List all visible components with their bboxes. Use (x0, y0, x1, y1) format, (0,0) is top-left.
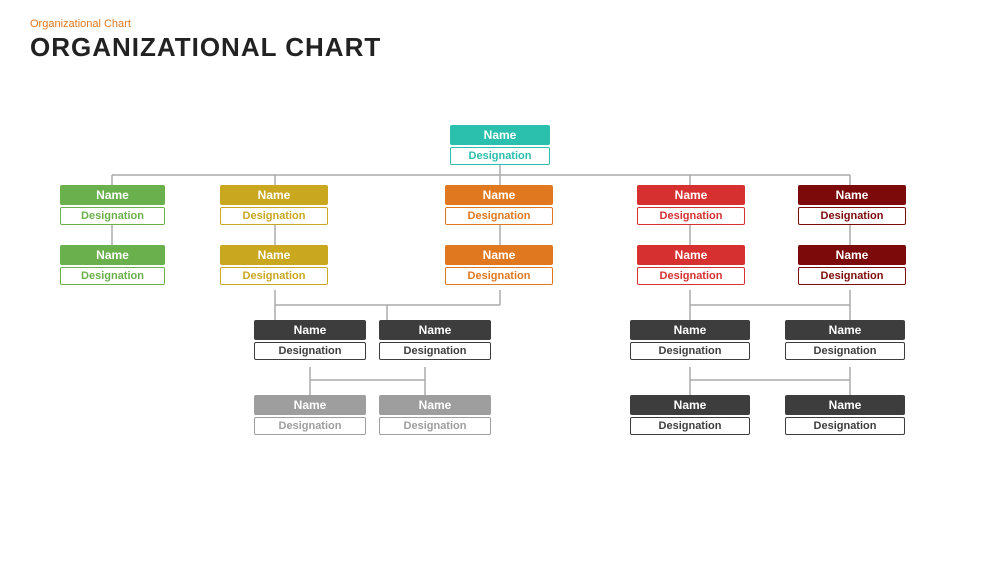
node-l2-2: Name Designation (220, 245, 328, 285)
node-l3-4: Name Designation (785, 320, 905, 360)
node-l1-1-name: Name (60, 185, 165, 205)
node-l2-3-name: Name (445, 245, 553, 265)
node-l4-4-name: Name (785, 395, 905, 415)
node-l3-3-name: Name (630, 320, 750, 340)
node-l4-2-designation: Designation (379, 417, 491, 435)
node-l4-1-designation: Designation (254, 417, 366, 435)
node-l1-3: Name Designation (445, 185, 553, 225)
node-l3-1-designation: Designation (254, 342, 366, 360)
node-l2-2-designation: Designation (220, 267, 328, 285)
node-l2-3-designation: Designation (445, 267, 553, 285)
node-l1-5-name: Name (798, 185, 906, 205)
node-l1-5-designation: Designation (798, 207, 906, 225)
node-l4-3-name: Name (630, 395, 750, 415)
node-l2-4: Name Designation (637, 245, 745, 285)
subtitle: Organizational Chart (30, 18, 970, 30)
node-l1-4: Name Designation (637, 185, 745, 225)
node-l4-4: Name Designation (785, 395, 905, 435)
node-l2-1-designation: Designation (60, 267, 165, 285)
node-l4-4-designation: Designation (785, 417, 905, 435)
node-l3-1: Name Designation (254, 320, 366, 360)
node-l3-4-name: Name (785, 320, 905, 340)
node-l3-3-designation: Designation (630, 342, 750, 360)
node-l1-4-designation: Designation (637, 207, 745, 225)
node-l4-2: Name Designation (379, 395, 491, 435)
node-root-name: Name (450, 125, 550, 145)
node-l2-5: Name Designation (798, 245, 906, 285)
node-l2-5-designation: Designation (798, 267, 906, 285)
node-l3-4-designation: Designation (785, 342, 905, 360)
node-l1-2: Name Designation (220, 185, 328, 225)
node-l2-1-name: Name (60, 245, 165, 265)
node-l3-2-name: Name (379, 320, 491, 340)
page: Organizational Chart ORGANIZATIONAL CHAR… (0, 0, 1000, 563)
node-l1-3-name: Name (445, 185, 553, 205)
node-l1-5: Name Designation (798, 185, 906, 225)
node-l1-1: Name Designation (60, 185, 165, 225)
node-l3-2: Name Designation (379, 320, 491, 360)
node-l3-2-designation: Designation (379, 342, 491, 360)
node-l4-1: Name Designation (254, 395, 366, 435)
node-l2-2-name: Name (220, 245, 328, 265)
node-l1-3-designation: Designation (445, 207, 553, 225)
node-l4-1-name: Name (254, 395, 366, 415)
node-l1-2-name: Name (220, 185, 328, 205)
node-root: Name Designation (450, 125, 550, 165)
node-l4-3-designation: Designation (630, 417, 750, 435)
node-l2-4-name: Name (637, 245, 745, 265)
node-l3-1-name: Name (254, 320, 366, 340)
node-l1-4-name: Name (637, 185, 745, 205)
node-l3-3: Name Designation (630, 320, 750, 360)
node-l2-1: Name Designation (60, 245, 165, 285)
chart-area: Name Designation Name Designation Name D… (30, 75, 970, 525)
node-l1-2-designation: Designation (220, 207, 328, 225)
node-l2-3: Name Designation (445, 245, 553, 285)
node-l1-1-designation: Designation (60, 207, 165, 225)
node-l2-5-name: Name (798, 245, 906, 265)
node-l2-4-designation: Designation (637, 267, 745, 285)
node-l4-2-name: Name (379, 395, 491, 415)
main-title: ORGANIZATIONAL CHART (30, 32, 970, 63)
node-root-designation: Designation (450, 147, 550, 165)
node-l4-3: Name Designation (630, 395, 750, 435)
